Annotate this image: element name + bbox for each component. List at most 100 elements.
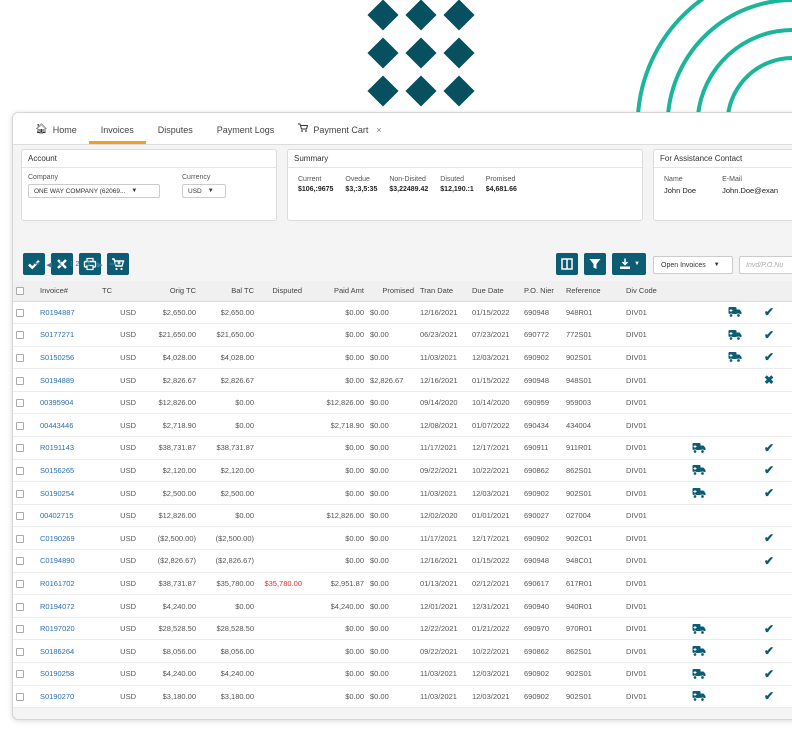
row-checkbox[interactable] [16,444,24,453]
shipment-cell[interactable] [689,662,725,686]
table-row[interactable]: S0190258 USD $4,240.00 $4,240.00 $0.00 $0.00 1… [13,662,792,686]
column-header[interactable]: Disputed [257,281,305,302]
invoice-link[interactable]: S0190254 [37,481,99,505]
truck-icon[interactable] [692,623,706,635]
column-header[interactable]: Due Date [469,281,521,302]
table-row[interactable]: S0190254 USD $2,500.00 $2,500.00 $0.00 $0.00 1… [13,481,792,505]
invoice-link[interactable]: S0156265 [37,459,99,483]
column-header[interactable]: Orig TC [139,281,199,302]
select-all-checkbox-cell[interactable] [13,281,37,302]
table-row[interactable]: R0191143 USD $38,731.87 $38,731.87 $0.00 $0.0… [13,436,792,460]
truck-icon[interactable] [728,307,742,318]
tab-payment-cart[interactable]: Payment Cart × [286,113,393,144]
row-checkbox[interactable] [16,331,24,340]
currency-select[interactable]: USD ▼ [182,184,226,198]
invoice-link[interactable]: S0186264 [37,639,99,663]
row-checkbox-cell[interactable] [13,481,37,505]
shipment-cell[interactable] [689,481,725,505]
truck-icon[interactable] [692,465,706,477]
row-checkbox-cell[interactable] [13,685,37,709]
tab-payment-logs[interactable]: Payment Logs [205,113,287,144]
table-row[interactable]: S0194889 USD $2,826.67 $2,826.67 $0.00 $2,826… [13,368,792,392]
table-row[interactable]: S0156265 USD $2,120.00 $2,120.00 $0.00 $0.00 0… [13,459,792,483]
row-checkbox[interactable] [16,670,24,679]
shipment-cell[interactable] [725,346,761,370]
row-checkbox[interactable] [16,421,24,430]
row-checkbox-cell[interactable] [13,323,37,347]
invoice-link[interactable]: R0191143 [37,436,99,460]
first-page-icon[interactable]: ⏮ [33,261,39,269]
row-checkbox[interactable] [16,466,24,475]
row-checkbox[interactable] [16,308,24,317]
invoice-link[interactable]: C0190269 [37,526,99,551]
prev-page-icon[interactable]: ◀ [46,261,51,269]
invoice-link[interactable]: C0194890 [37,549,99,573]
column-header[interactable]: Bal TC [199,281,257,302]
truck-icon[interactable] [692,488,706,499]
row-checkbox-cell[interactable] [13,368,37,392]
table-row[interactable]: S0190270 USD $3,180.00 $3,180.00 $0.00 $0.00 1… [13,685,792,709]
invoice-link[interactable]: R0161702 [37,572,99,596]
column-header[interactable]: Reference [563,281,623,302]
truck-icon[interactable] [692,646,706,657]
page-link[interactable]: 1 [59,261,63,269]
invoice-link[interactable]: S0190258 [37,662,99,686]
page-link[interactable]: 1 2 [70,261,80,269]
truck-icon[interactable] [692,691,706,702]
invoice-link[interactable]: S0177271 [37,323,99,347]
export-button[interactable]: ▼ [612,253,646,275]
table-row[interactable]: S0177271 USD $21,650.00 $21,650.00 $0.00 $0.0… [13,323,792,347]
table-row[interactable]: C0194890 USD ($2,826.67) ($2,826.67) $0.00 $0… [13,549,792,573]
tab-home[interactable]: 🏠︎ Home [23,113,89,144]
select-all-checkbox[interactable] [16,287,24,296]
row-checkbox-cell[interactable] [13,662,37,686]
row-checkbox-cell[interactable] [13,436,37,460]
page-link[interactable]: 3 [86,261,90,269]
invoice-link[interactable]: 00395904 [37,391,99,415]
tab-disputes[interactable]: Disputes [146,113,205,144]
truck-icon[interactable] [692,442,706,454]
row-checkbox[interactable] [16,489,24,498]
shipment-cell[interactable] [725,323,761,347]
row-checkbox-cell[interactable] [13,391,37,415]
column-header[interactable]: Paid Amt [305,281,367,302]
row-checkbox-cell[interactable] [13,594,37,618]
invoice-filter-select[interactable]: Open Invoices ▼ [653,256,733,274]
shipment-cell[interactable] [725,301,761,325]
company-select[interactable]: ONE WAY COMPANY (62069... ▼ [28,184,160,198]
shipment-cell[interactable] [689,639,725,663]
invoice-link[interactable]: 00443446 [37,413,99,438]
row-checkbox[interactable] [16,534,24,543]
row-checkbox[interactable] [16,692,24,701]
row-checkbox-cell[interactable] [13,413,37,438]
row-checkbox[interactable] [16,376,24,385]
row-checkbox-cell[interactable] [13,301,37,325]
row-checkbox[interactable] [16,399,24,408]
shipment-cell[interactable] [689,459,725,483]
table-row[interactable]: R0197020 USD $28,528.50 $28,528.50 $0.00 $0.0… [13,617,792,641]
table-row[interactable]: 00395904 USD $12,826.00 $0.00 $12,826.00 $0.0… [13,391,792,415]
row-checkbox-cell[interactable] [13,639,37,663]
table-row[interactable]: 00443446 USD $2,718.90 $0.00 $2,718.90 $0.00 1… [13,413,792,438]
row-checkbox-cell[interactable] [13,572,37,596]
invoice-link[interactable]: R0194887 [37,301,99,325]
row-checkbox-cell[interactable] [13,617,37,641]
column-header[interactable]: P.O. Nier [521,281,563,302]
table-row[interactable]: S0186264 USD $8,056.00 $8,056.00 $0.00 $0.00 0… [13,639,792,663]
column-header[interactable]: Promised [367,281,417,302]
truck-icon[interactable] [728,329,742,341]
shipment-cell[interactable] [689,436,725,460]
last-page-icon[interactable]: ⏭ [110,261,116,269]
next-page-icon[interactable]: ▶ [97,261,102,269]
email-value[interactable]: John.Doe@exan [722,186,778,195]
columns-button[interactable] [556,253,578,275]
close-icon[interactable]: × [376,125,381,135]
row-checkbox-cell[interactable] [13,526,37,551]
truck-icon[interactable] [692,668,706,680]
row-checkbox[interactable] [16,512,24,521]
filter-button[interactable] [584,253,606,275]
invoice-link[interactable]: R0194072 [37,594,99,618]
shipment-cell[interactable] [689,617,725,641]
invoice-link[interactable]: S0194889 [37,368,99,392]
search-input[interactable]: Invd/P.O.Nu [739,256,792,274]
